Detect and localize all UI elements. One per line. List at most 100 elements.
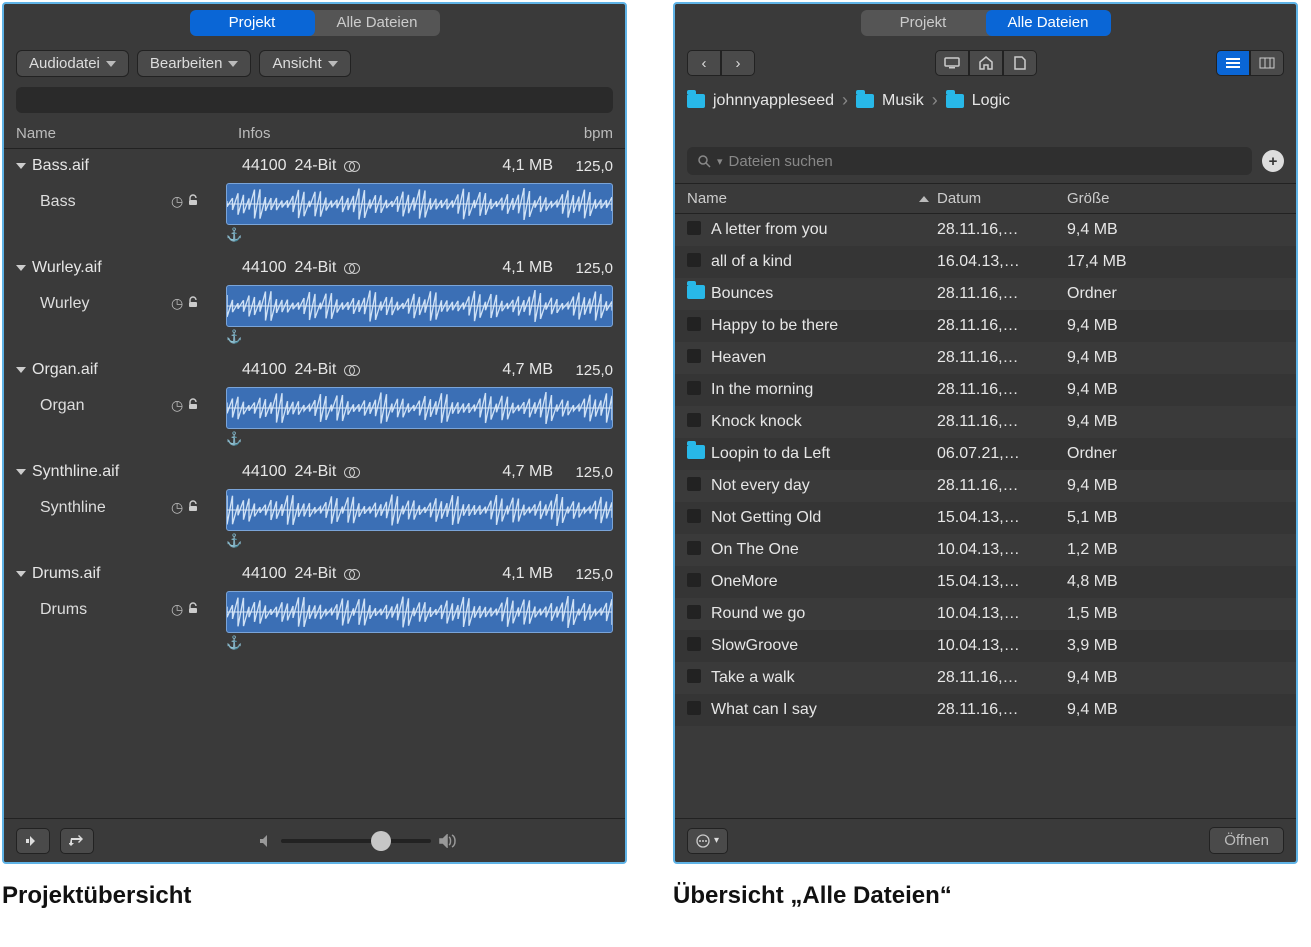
- file-bpm: 125,0: [553, 362, 613, 379]
- file-icon: [687, 253, 701, 267]
- list-item[interactable]: Take a walk 28.11.16,… 9,4 MB: [675, 662, 1296, 694]
- list-item[interactable]: Round we go 10.04.13,… 1,5 MB: [675, 598, 1296, 630]
- disclosure-triangle-icon[interactable]: [16, 163, 26, 169]
- list-item[interactable]: Heaven 28.11.16,… 9,4 MB: [675, 342, 1296, 374]
- computer-icon: [944, 57, 960, 69]
- waveform[interactable]: [226, 489, 613, 531]
- col-datum[interactable]: Datum: [937, 190, 1067, 207]
- item-date: 28.11.16,…: [937, 701, 1067, 719]
- breadcrumb-item[interactable]: Musik: [882, 92, 924, 110]
- list-item[interactable]: A letter from you 28.11.16,… 9,4 MB: [675, 214, 1296, 246]
- col-bpm[interactable]: bpm: [553, 125, 613, 142]
- region-row[interactable]: Synthline ◷ ⚓: [4, 489, 625, 557]
- file-row[interactable]: Organ.aif 4410024-Bit 4,7 MB 125,0: [4, 353, 625, 387]
- region-row[interactable]: Bass ◷ ⚓: [4, 183, 625, 251]
- disclosure-triangle-icon[interactable]: [16, 367, 26, 373]
- col-name[interactable]: Name: [687, 190, 727, 207]
- item-name: Heaven: [711, 349, 937, 367]
- folder-icon: [946, 94, 964, 108]
- list-item[interactable]: Bounces 28.11.16,… Ordner: [675, 278, 1296, 310]
- nav-computer-button[interactable]: [935, 50, 969, 76]
- breadcrumb-item[interactable]: johnnyappleseed: [713, 92, 834, 110]
- ellipsis-circle-icon: [696, 834, 710, 848]
- loop-button[interactable]: [60, 828, 94, 854]
- item-size: Ordner: [1067, 445, 1284, 463]
- col-groesse[interactable]: Größe: [1067, 190, 1284, 207]
- list-item[interactable]: Knock knock 28.11.16,… 9,4 MB: [675, 406, 1296, 438]
- item-size: 9,4 MB: [1067, 349, 1284, 367]
- list-item[interactable]: In the morning 28.11.16,… 9,4 MB: [675, 374, 1296, 406]
- volume-control: [259, 834, 459, 848]
- waveform[interactable]: [226, 387, 613, 429]
- breadcrumb-item[interactable]: Logic: [972, 92, 1010, 110]
- file-infos: 4410024-Bit 4,1 MB: [242, 157, 553, 175]
- file-row[interactable]: Wurley.aif 4410024-Bit 4,1 MB 125,0: [4, 251, 625, 285]
- stereo-icon: [344, 262, 360, 274]
- region-name: Synthline: [16, 489, 171, 517]
- anchor-icon: ⚓: [226, 329, 613, 345]
- unlock-icon: [187, 397, 199, 414]
- anchor-icon: ⚓: [226, 533, 613, 549]
- clock-icon: ◷: [171, 397, 183, 414]
- region-row[interactable]: Wurley ◷ ⚓: [4, 285, 625, 353]
- disclosure-triangle-icon[interactable]: [16, 469, 26, 475]
- list-item[interactable]: Not Getting Old 15.04.13,… 5,1 MB: [675, 502, 1296, 534]
- view-list-button[interactable]: [1216, 50, 1250, 76]
- region-row[interactable]: Drums ◷ ⚓: [4, 591, 625, 659]
- columns-icon: [1259, 57, 1275, 69]
- unlock-icon: [187, 601, 199, 618]
- file-infos: 4410024-Bit 4,1 MB: [242, 259, 553, 277]
- tab-projekt[interactable]: Projekt: [190, 10, 315, 36]
- file-name: Wurley.aif: [32, 259, 242, 277]
- file-row[interactable]: Bass.aif 4410024-Bit 4,1 MB 125,0: [4, 149, 625, 183]
- list-item[interactable]: Happy to be there 28.11.16,… 9,4 MB: [675, 310, 1296, 342]
- preview-play-button[interactable]: [16, 828, 50, 854]
- disclosure-triangle-icon[interactable]: [16, 265, 26, 271]
- search-input[interactable]: ▾ Dateien suchen: [687, 147, 1252, 175]
- nav-forward-button[interactable]: ›: [721, 50, 755, 76]
- list-item[interactable]: Loopin to da Left 06.07.21,… Ordner: [675, 438, 1296, 470]
- clock-icon: ◷: [171, 295, 183, 312]
- nav-project-button[interactable]: [1003, 50, 1037, 76]
- file-infos: 4410024-Bit 4,7 MB: [242, 361, 553, 379]
- add-button[interactable]: +: [1262, 150, 1284, 172]
- list-item[interactable]: OneMore 15.04.13,… 4,8 MB: [675, 566, 1296, 598]
- file-row[interactable]: Synthline.aif 4410024-Bit 4,7 MB 125,0: [4, 455, 625, 489]
- view-columns-button[interactable]: [1250, 50, 1284, 76]
- item-date: 28.11.16,…: [937, 317, 1067, 335]
- left-search-bar[interactable]: [16, 87, 613, 113]
- disclosure-triangle-icon[interactable]: [16, 571, 26, 577]
- folder-icon: [687, 94, 705, 108]
- region-row[interactable]: Organ ◷ ⚓: [4, 387, 625, 455]
- menu-bearbeiten[interactable]: Bearbeiten: [137, 50, 252, 77]
- col-name[interactable]: Name: [16, 125, 238, 142]
- tab-alle-dateien[interactable]: Alle Dateien: [986, 10, 1111, 36]
- list-item[interactable]: all of a kind 16.04.13,… 17,4 MB: [675, 246, 1296, 278]
- list-item[interactable]: SlowGroove 10.04.13,… 3,9 MB: [675, 630, 1296, 662]
- folder-icon: [687, 285, 705, 299]
- action-menu-button[interactable]: ▾: [687, 828, 728, 854]
- waveform[interactable]: [226, 183, 613, 225]
- nav-home-button[interactable]: [969, 50, 1003, 76]
- list-item[interactable]: What can I say 28.11.16,… 9,4 MB: [675, 694, 1296, 726]
- tab-alle-dateien[interactable]: Alle Dateien: [315, 10, 440, 36]
- item-name: What can I say: [711, 701, 937, 719]
- waveform[interactable]: [226, 591, 613, 633]
- nav-back-button[interactable]: ‹: [687, 50, 721, 76]
- waveform[interactable]: [226, 285, 613, 327]
- item-date: 10.04.13,…: [937, 605, 1067, 623]
- home-icon: [979, 56, 993, 70]
- volume-slider[interactable]: [281, 839, 431, 843]
- tab-projekt[interactable]: Projekt: [861, 10, 986, 36]
- menu-ansicht[interactable]: Ansicht: [259, 50, 350, 77]
- open-button[interactable]: Öffnen: [1209, 827, 1284, 854]
- left-footer: [4, 818, 625, 862]
- menu-audiodatei[interactable]: Audiodatei: [16, 50, 129, 77]
- sort-ascending-icon: [919, 196, 929, 202]
- list-item[interactable]: Not every day 28.11.16,… 9,4 MB: [675, 470, 1296, 502]
- folder-icon: [687, 445, 705, 459]
- list-item[interactable]: On The One 10.04.13,… 1,2 MB: [675, 534, 1296, 566]
- file-row[interactable]: Drums.aif 4410024-Bit 4,1 MB 125,0: [4, 557, 625, 591]
- col-infos[interactable]: Infos: [238, 125, 553, 142]
- file-infos: 4410024-Bit 4,7 MB: [242, 463, 553, 481]
